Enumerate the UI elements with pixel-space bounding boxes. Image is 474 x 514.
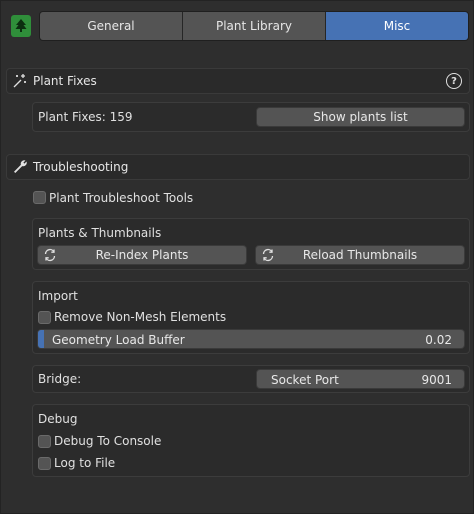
troubleshooting-title: Troubleshooting xyxy=(33,160,129,174)
plants-thumbnails-box: Plants & Thumbnails Re-Index Plants Relo… xyxy=(32,218,470,270)
tab-bar: General Plant Library Misc xyxy=(39,11,469,41)
troubleshoot-tools-checkbox[interactable] xyxy=(33,191,46,204)
plant-fixes-header[interactable]: Plant Fixes ? xyxy=(6,68,470,94)
geometry-load-buffer-label: Geometry Load Buffer xyxy=(52,333,185,347)
debug-box: Debug Debug To Console Log to File xyxy=(32,404,470,477)
plant-fixes-box: Plant Fixes: 159 Show plants list xyxy=(32,102,470,132)
import-box: Import Remove Non-Mesh Elements Geometry… xyxy=(32,281,470,354)
plant-fixes-title: Plant Fixes xyxy=(33,74,97,88)
import-title: Import xyxy=(38,289,78,303)
tab-plant-library[interactable]: Plant Library xyxy=(183,12,326,40)
socket-port-field[interactable]: Socket Port 9001 xyxy=(256,369,465,389)
tab-row: General Plant Library Misc xyxy=(9,11,469,41)
plants-thumbnails-title: Plants & Thumbnails xyxy=(38,226,162,240)
buffer-fill xyxy=(38,330,44,348)
bridge-box: Bridge: Socket Port 9001 xyxy=(32,365,470,393)
sparkles-icon xyxy=(7,73,33,89)
debug-title: Debug xyxy=(38,412,78,426)
reload-thumbnails-label: Reload Thumbnails xyxy=(302,248,418,262)
refresh-icon xyxy=(43,248,57,265)
tree-icon xyxy=(11,15,31,37)
reload-thumbnails-button[interactable]: Reload Thumbnails xyxy=(255,245,465,265)
log-to-file-label: Log to File xyxy=(54,456,116,470)
socket-port-label: Socket Port xyxy=(271,373,339,387)
refresh-icon xyxy=(261,248,275,265)
debug-console-checkbox[interactable] xyxy=(38,435,51,448)
bridge-label: Bridge: xyxy=(38,372,82,386)
remove-non-mesh-label: Remove Non-Mesh Elements xyxy=(54,310,227,324)
plant-fixes-count: Plant Fixes: 159 xyxy=(38,110,133,124)
troubleshooting-header[interactable]: Troubleshooting xyxy=(6,154,470,180)
geometry-load-buffer-slider[interactable]: Geometry Load Buffer 0.02 xyxy=(37,329,465,349)
tab-general[interactable]: General xyxy=(40,12,183,40)
debug-console-label: Debug To Console xyxy=(54,434,162,448)
reindex-plants-button[interactable]: Re-Index Plants xyxy=(37,245,247,265)
help-icon[interactable]: ? xyxy=(446,73,462,89)
geometry-load-buffer-value: 0.02 xyxy=(425,333,452,347)
socket-port-value: 9001 xyxy=(421,373,452,387)
wrench-icon xyxy=(7,159,33,175)
reindex-plants-label: Re-Index Plants xyxy=(95,248,189,262)
tab-misc[interactable]: Misc xyxy=(326,12,468,40)
addon-panel: General Plant Library Misc Plant Fixes ?… xyxy=(0,0,474,514)
show-plants-list-button[interactable]: Show plants list xyxy=(256,107,465,127)
troubleshoot-tools-label: Plant Troubleshoot Tools xyxy=(49,191,194,205)
log-to-file-checkbox[interactable] xyxy=(38,457,51,470)
remove-non-mesh-checkbox[interactable] xyxy=(38,311,51,324)
